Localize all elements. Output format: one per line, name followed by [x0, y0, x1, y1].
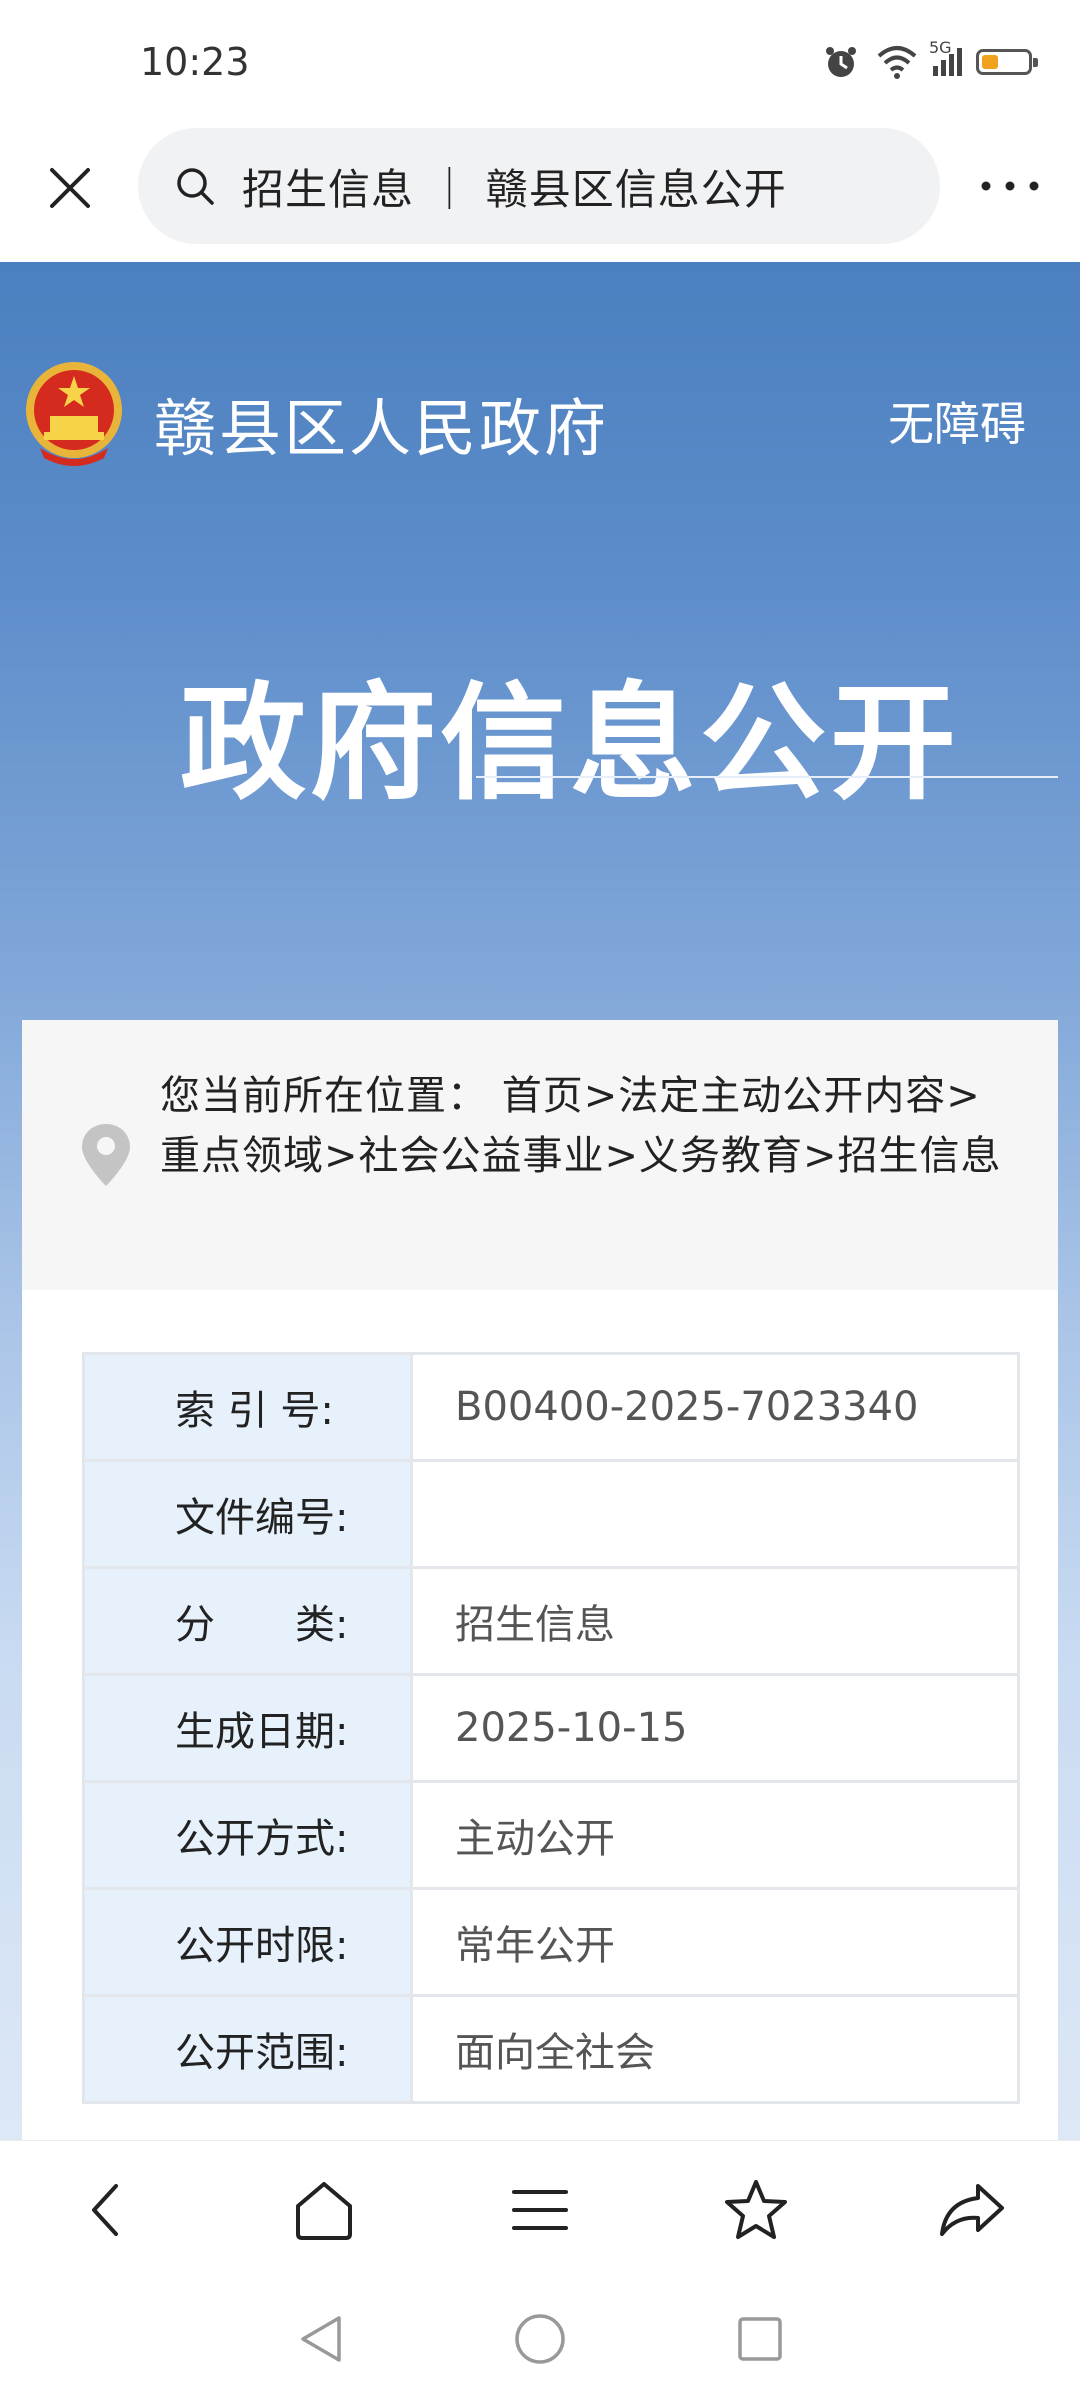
table-row: 文件编号: — [82, 1459, 1020, 1569]
back-icon — [92, 2184, 118, 2236]
close-button[interactable] — [36, 154, 104, 222]
address-text: 招生信息 ｜ 赣县区信息公开 — [242, 164, 787, 214]
meta-label: 生成日期: — [82, 1673, 413, 1783]
home-icon — [296, 2182, 352, 2240]
system-home-button[interactable] — [510, 2309, 570, 2369]
meta-value: 招生信息 — [410, 1566, 1020, 1676]
status-time: 10:23 — [140, 40, 250, 84]
home-button[interactable] — [276, 2162, 372, 2258]
star-icon — [725, 2180, 787, 2239]
breadcrumb: 您当前所在位置： 首页>法定主动公开内容>重点领域>社会公益事业>义务教育>招生… — [22, 1020, 1058, 1290]
close-icon — [50, 168, 90, 208]
alarm-icon — [826, 47, 856, 77]
network-type: 5G — [929, 38, 952, 57]
meta-label: 公开范围: — [82, 1994, 413, 2104]
meta-label: 分 类: — [82, 1566, 413, 1676]
meta-label: 索 引 号: — [82, 1352, 413, 1462]
system-back-button[interactable] — [290, 2309, 350, 2369]
circle-home-icon — [515, 2314, 565, 2364]
battery-icon — [976, 49, 1038, 75]
meta-value: 常年公开 — [410, 1887, 1020, 1997]
share-button[interactable] — [924, 2162, 1020, 2258]
triangle-back-icon — [301, 2316, 341, 2362]
table-row: 公开方式: 主动公开 — [82, 1780, 1020, 1890]
more-button[interactable] — [970, 154, 1050, 218]
meta-table: 索 引 号: B00400-2025-7023340 文件编号: 分 类: 招生… — [82, 1352, 1020, 2104]
meta-value: 2025-10-15 — [410, 1673, 1020, 1783]
emblem-icon — [26, 362, 122, 466]
meta-label: 公开时限: — [82, 1887, 413, 1997]
back-button[interactable] — [60, 2162, 156, 2258]
bottom-navigation — [0, 2140, 1080, 2279]
status-bar: 10:23 5G — [0, 0, 1080, 128]
signal-icon: 5G — [929, 38, 962, 76]
location-pin-icon — [82, 1124, 130, 1186]
table-row: 生成日期: 2025-10-15 — [82, 1673, 1020, 1783]
favorite-button[interactable] — [708, 2162, 804, 2258]
share-icon — [940, 2184, 1004, 2236]
browser-toolbar: 招生信息 ｜ 赣县区信息公开 — [0, 128, 1080, 260]
table-row: 公开范围: 面向全社会 — [82, 1994, 1020, 2104]
wifi-icon — [877, 46, 917, 79]
meta-value: 面向全社会 — [410, 1994, 1020, 2104]
meta-value — [410, 1459, 1020, 1569]
table-row: 分 类: 招生信息 — [82, 1566, 1020, 1676]
address-bar[interactable]: 招生信息 ｜ 赣县区信息公开 — [138, 128, 940, 244]
meta-value: B00400-2025-7023340 — [410, 1352, 1020, 1462]
meta-value: 主动公开 — [410, 1780, 1020, 1890]
square-recents-icon — [738, 2317, 782, 2361]
menu-button[interactable] — [492, 2162, 588, 2258]
table-row: 索 引 号: B00400-2025-7023340 — [82, 1352, 1020, 1462]
status-icons: 5G — [821, 38, 1038, 82]
system-navigation — [0, 2278, 1080, 2400]
accessibility-link[interactable]: 无障碍 — [888, 388, 1026, 454]
meta-label: 公开方式: — [82, 1780, 413, 1890]
breadcrumb-text[interactable]: 您当前所在位置： 首页>法定主动公开内容>重点领域>社会公益事业>义务教育>招生… — [160, 1066, 1010, 1186]
system-recents-button[interactable] — [730, 2309, 790, 2369]
table-row: 公开时限: 常年公开 — [82, 1887, 1020, 1997]
site-name[interactable]: 赣县区人民政府 — [154, 378, 609, 468]
menu-icon — [512, 2190, 568, 2230]
hero-title: 政府信息公开 — [180, 670, 960, 817]
more-icon — [981, 181, 1039, 191]
content-area: 索 引 号: B00400-2025-7023340 文件编号: 分 类: 招生… — [22, 1290, 1058, 2140]
meta-label: 文件编号: — [82, 1459, 413, 1569]
hero-divider — [476, 776, 1058, 778]
search-icon — [177, 168, 214, 205]
